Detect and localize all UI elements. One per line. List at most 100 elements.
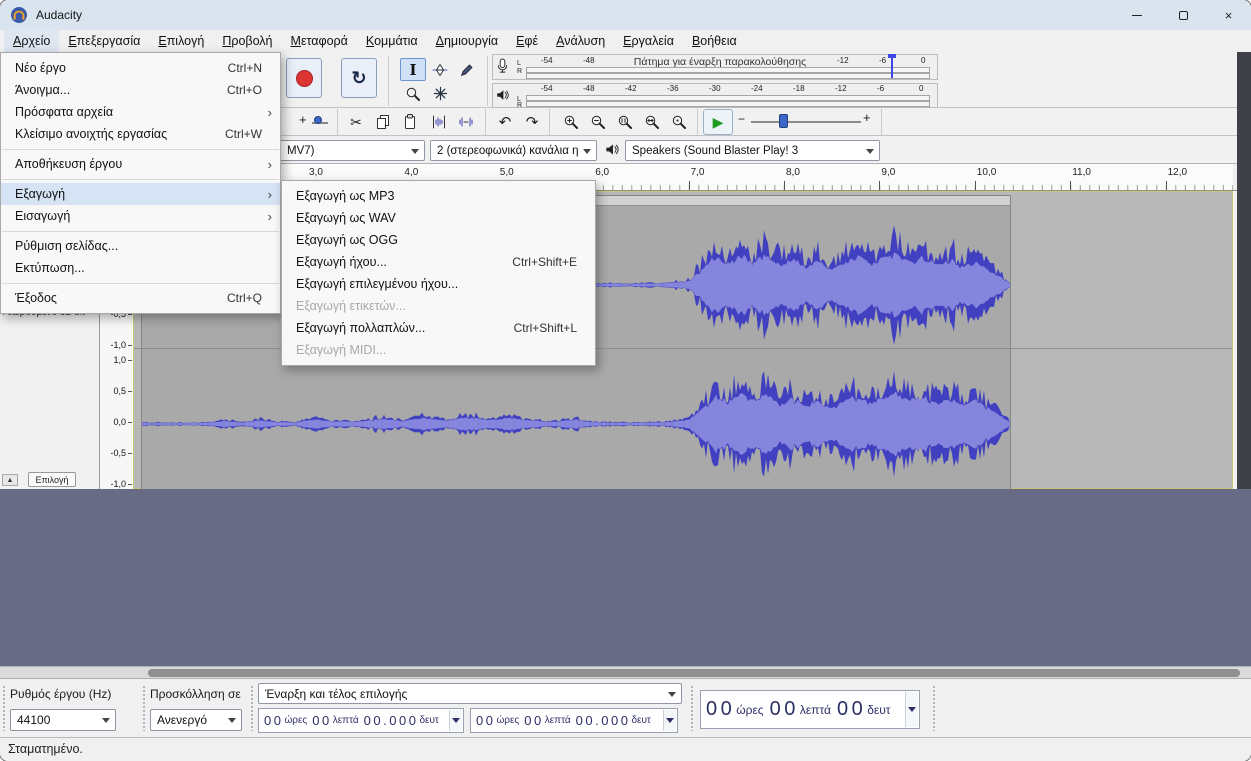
time-format-chevron[interactable] bbox=[663, 710, 676, 731]
menu-item-label: Εξαγωγή bbox=[15, 187, 65, 201]
toolbar-grip[interactable] bbox=[932, 685, 936, 731]
draw-tool-button[interactable] bbox=[454, 58, 480, 81]
zoom-out-button[interactable] bbox=[585, 110, 611, 134]
title-bar[interactable]: Audacity × bbox=[0, 0, 1251, 30]
toolbar-separator bbox=[881, 109, 882, 135]
menu-item-shortcut: Ctrl+Shift+L bbox=[514, 321, 577, 335]
record-button[interactable] bbox=[286, 58, 322, 98]
horizontal-scrollbar[interactable] bbox=[0, 666, 1251, 678]
recording-channels-combo[interactable]: 2 (στερεοφωνικά) κανάλια η bbox=[430, 140, 597, 161]
zoom-tool-button[interactable] bbox=[400, 82, 426, 105]
menu-bar: ΑρχείοΕπεξεργασίαΕπιλογήΠροβολήΜεταφοράΚ… bbox=[0, 30, 1251, 52]
record-scale-label: 0 bbox=[921, 56, 925, 65]
menu-item-label: Ρύθμιση σελίδας... bbox=[15, 239, 118, 253]
file-menu-item-page-setup[interactable]: Ρύθμιση σελίδας... bbox=[1, 235, 280, 257]
track-collapse-button[interactable]: ▲ bbox=[2, 474, 18, 486]
export-submenu-item-export-mp3[interactable]: Εξαγωγή ως MP3 bbox=[282, 185, 595, 207]
close-icon: × bbox=[1225, 8, 1233, 23]
toolbar-grip[interactable] bbox=[690, 685, 694, 731]
record-meter-hint[interactable]: Πάτημα για έναρξη παρακολούθησης bbox=[605, 56, 835, 68]
zoom-fit-button[interactable] bbox=[639, 110, 665, 134]
maximize-button[interactable] bbox=[1160, 0, 1206, 30]
menubar-tracks[interactable]: Κομμάτια bbox=[357, 30, 427, 52]
export-submenu-item-export-wav[interactable]: Εξαγωγή ως WAV bbox=[282, 207, 595, 229]
envelope-tool-button[interactable] bbox=[427, 58, 453, 81]
trim-button[interactable] bbox=[426, 110, 452, 134]
toolbar-grip[interactable] bbox=[2, 685, 6, 731]
file-menu-item-print[interactable]: Εκτύπωση... bbox=[1, 257, 280, 279]
selection-tool-button[interactable]: I bbox=[400, 58, 426, 81]
menubar-generate[interactable]: Δημιουργία bbox=[427, 30, 507, 52]
playback-meter-right-label: R bbox=[517, 102, 522, 109]
file-menu-item-new-project[interactable]: Νέο έργοCtrl+N bbox=[1, 57, 280, 79]
menubar-transport[interactable]: Μεταφορά bbox=[282, 30, 357, 52]
playback-device-combo[interactable]: Speakers (Sound Blaster Play! 3 bbox=[625, 140, 880, 161]
menubar-analyze[interactable]: Ανάλυση bbox=[547, 30, 614, 52]
audio-position-display[interactable]: 00ώρες00λεπτά00δευτ bbox=[700, 690, 920, 729]
play-speed-slider[interactable] bbox=[751, 121, 861, 123]
toolbar-separator bbox=[697, 109, 698, 135]
zoom-in-button[interactable] bbox=[558, 110, 584, 134]
playback-scale-label: -18 bbox=[793, 84, 805, 93]
track-select-button[interactable]: Επιλογή bbox=[28, 472, 76, 487]
toolbar-grip[interactable] bbox=[142, 685, 146, 731]
file-menu-item-import[interactable]: Εισαγωγή› bbox=[1, 205, 280, 227]
file-menu-item-recent-files[interactable]: Πρόσφατα αρχεία› bbox=[1, 101, 280, 123]
file-menu-item-close-project[interactable]: Κλείσιμο ανοιχτής εργασίαςCtrl+W bbox=[1, 123, 280, 145]
file-menu-item-open[interactable]: Άνοιγμα...Ctrl+O bbox=[1, 79, 280, 101]
snap-to-combo[interactable]: Ανενεργό bbox=[150, 709, 242, 731]
menubar-select[interactable]: Επιλογή bbox=[149, 30, 213, 52]
menubar-view[interactable]: Προβολή bbox=[213, 30, 281, 52]
export-submenu-item-export-audio[interactable]: Εξαγωγή ήχου...Ctrl+Shift+E bbox=[282, 251, 595, 273]
playback-scale-label: -42 bbox=[625, 84, 637, 93]
scrollbar-thumb[interactable] bbox=[148, 669, 1240, 677]
silence-button[interactable] bbox=[453, 110, 479, 134]
chevron-down-icon bbox=[866, 149, 874, 154]
time-unit-label: δευτ bbox=[419, 715, 438, 726]
menubar-file[interactable]: Αρχείο bbox=[4, 30, 59, 52]
multi-tool-button[interactable] bbox=[427, 82, 453, 105]
menubar-tools[interactable]: Εργαλεία bbox=[614, 30, 683, 52]
zoom-selection-button[interactable] bbox=[612, 110, 638, 134]
redo-button[interactable]: ↷ bbox=[519, 110, 545, 134]
project-rate-combo[interactable]: 44100 bbox=[10, 709, 116, 731]
toolbar-grip[interactable] bbox=[250, 685, 254, 731]
cut-button[interactable]: ✂ bbox=[343, 110, 369, 134]
time-format-chevron[interactable] bbox=[905, 692, 918, 727]
undo-button[interactable]: ↶ bbox=[492, 110, 518, 134]
time-unit-label: λεπτά bbox=[545, 715, 571, 726]
record-meter-cursor-cap bbox=[888, 54, 896, 58]
paste-button[interactable] bbox=[397, 110, 423, 134]
time-digits: 00 bbox=[264, 713, 283, 728]
recording-device-combo[interactable]: MV7) bbox=[270, 140, 425, 161]
export-submenu-item-export-multiple[interactable]: Εξαγωγή πολλαπλών...Ctrl+Shift+L bbox=[282, 317, 595, 339]
file-menu-item-save-project[interactable]: Αποθήκευση έργου› bbox=[1, 153, 280, 175]
export-submenu-item-export-selected-audio[interactable]: Εξαγωγή επιλεγμένου ήχου... bbox=[282, 273, 595, 295]
play-speed-slider-thumb[interactable] bbox=[779, 114, 788, 128]
copy-button[interactable] bbox=[370, 110, 396, 134]
time-format-chevron[interactable] bbox=[449, 710, 462, 731]
audacity-logo-icon bbox=[10, 6, 28, 24]
timeline-label-8,0: 8,0 bbox=[786, 167, 800, 178]
menubar-help[interactable]: Βοήθεια bbox=[683, 30, 746, 52]
close-button[interactable]: × bbox=[1206, 0, 1251, 30]
loop-button[interactable]: ↻ bbox=[341, 58, 377, 98]
menubar-edit[interactable]: Επεξεργασία bbox=[59, 30, 149, 52]
volume-slider-thumb[interactable] bbox=[314, 116, 322, 124]
menu-separator bbox=[2, 231, 279, 232]
vertical-scrollbar[interactable] bbox=[1237, 52, 1251, 489]
timeline-label-3,0: 3,0 bbox=[309, 167, 323, 178]
file-menu-item-export[interactable]: Εξαγωγή› bbox=[1, 183, 280, 205]
menubar-effect[interactable]: Εφέ bbox=[507, 30, 547, 52]
zoom-toggle-button[interactable] bbox=[666, 110, 692, 134]
selection-start-time-field[interactable]: 00ώρες00λεπτά00.000δευτ bbox=[258, 708, 464, 733]
selection-range-mode-combo[interactable]: Έναρξη και τέλος επιλογής bbox=[258, 683, 682, 704]
file-menu-item-exit[interactable]: ΈξοδοςCtrl+Q bbox=[1, 287, 280, 309]
play-at-speed-button[interactable]: ▶ bbox=[703, 109, 733, 135]
export-submenu-item-export-ogg[interactable]: Εξαγωγή ως OGG bbox=[282, 229, 595, 251]
minimize-button[interactable] bbox=[1114, 0, 1160, 30]
timeline-label-7,0: 7,0 bbox=[691, 167, 705, 178]
selection-end-time-field[interactable]: 00ώρες00λεπτά00.000δευτ bbox=[470, 708, 678, 733]
chevron-down-icon bbox=[668, 692, 676, 697]
toolbar-separator bbox=[388, 56, 389, 106]
